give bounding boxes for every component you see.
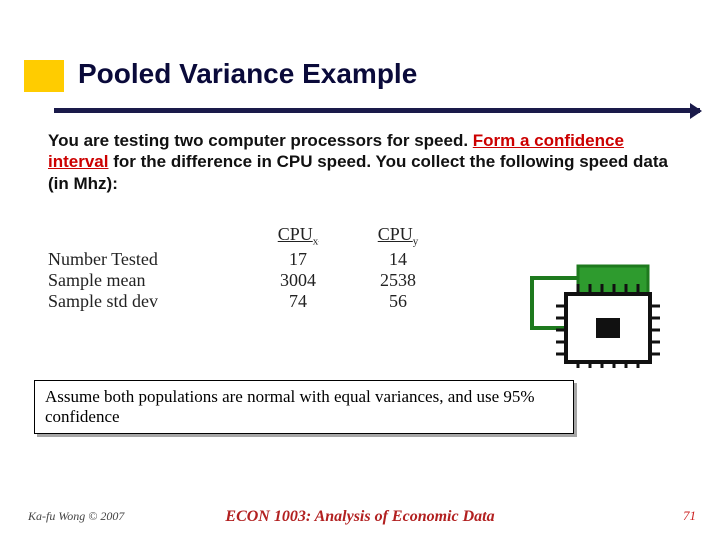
intro-part2: for the difference in CPU speed. You col…	[48, 152, 668, 192]
cell: 56	[348, 291, 448, 312]
accent-block	[24, 60, 64, 92]
footer-course: ECON 1003: Analysis of Economic Data	[0, 508, 720, 526]
cell: 74	[248, 291, 348, 312]
title-underline-bar	[54, 108, 700, 113]
slide-number: 71	[683, 508, 696, 524]
assumption-note: Assume both populations are normal with …	[34, 380, 574, 434]
slide-title: Pooled Variance Example	[78, 58, 417, 90]
row-label: Sample mean	[48, 270, 248, 291]
cell: 3004	[248, 270, 348, 291]
cell: 17	[248, 249, 348, 270]
cell: 2538	[348, 270, 448, 291]
intro-part1: You are testing two computer processors …	[48, 131, 473, 150]
chip-icon	[526, 248, 676, 368]
row-label: Sample std dev	[48, 291, 248, 312]
intro-text: You are testing two computer processors …	[48, 130, 672, 194]
cell: 14	[348, 249, 448, 270]
row-label: Number Tested	[48, 249, 248, 270]
col-header-cpuy: CPUy	[348, 224, 448, 250]
col-header-cpux: CPUx	[248, 224, 348, 250]
